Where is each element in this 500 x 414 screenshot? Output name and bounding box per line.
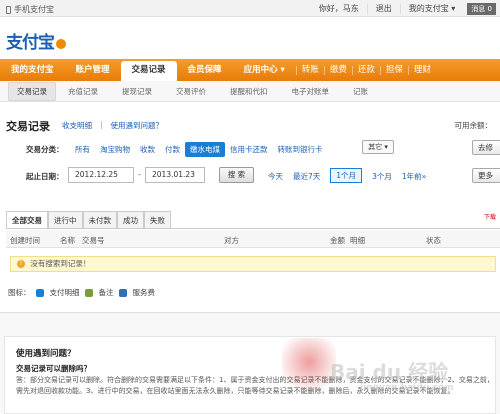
col-counterparty: 对方 — [224, 236, 239, 245]
range-1-month[interactable]: 1个月 — [330, 168, 363, 183]
service-fee-icon — [118, 288, 127, 297]
tab-failed[interactable]: 失败 — [144, 211, 171, 228]
status-tabs: 全部交易 进行中 未付款 成功 失败 — [6, 211, 171, 228]
range-7-days[interactable]: 最近7天 — [293, 171, 320, 182]
help-question[interactable]: 交易记录可以删除吗？ — [16, 363, 91, 374]
category-label: 交易分类： — [26, 145, 64, 154]
date-separator: - — [138, 170, 141, 179]
messages-badge[interactable]: 消息 0 — [467, 2, 496, 15]
date-label: 起止日期： — [26, 172, 64, 181]
range-1-year-ago[interactable]: 1年前» — [402, 171, 426, 182]
available-balance: 可用余额： — [454, 121, 493, 130]
alipay-logo[interactable]: 支付宝 — [6, 28, 66, 53]
legend-service-fee: 服务费 — [132, 288, 156, 297]
no-records-text: 没有搜索到记录！ — [30, 259, 91, 268]
nav-repayment[interactable]: 还款 — [351, 65, 380, 75]
search-button[interactable]: 搜 索 — [219, 167, 254, 183]
quick-date-range: 今天 最近7天 1个月 3个月 1年前» — [268, 168, 436, 183]
legend-label: 图标： — [8, 288, 31, 297]
category-bank-transfer[interactable]: 转账到银行卡 — [273, 142, 328, 157]
mobile-alipay-link[interactable]: 手机支付宝 — [6, 4, 54, 15]
icon-legend: 图标： 支付明细 备注 服务费 — [8, 287, 155, 298]
start-date-input[interactable]: 2012.12.25 — [68, 167, 134, 183]
baidu-watermark: Bai du 经验 jingyan.baidu.com — [330, 356, 454, 393]
download-link[interactable]: 下载 — [484, 212, 496, 221]
warning-icon: ! — [17, 260, 25, 268]
category-utilities[interactable]: 缴水电煤 — [185, 142, 225, 157]
category-filter: 所有 淘宝购物 收款 付款 缴水电煤 信用卡还款 转账到银行卡 — [70, 142, 328, 157]
link-separator: | — [100, 120, 103, 129]
range-3-months[interactable]: 3个月 — [372, 171, 392, 182]
top-bar: 手机支付宝 你好，马东 退出 我的支付宝 ▾ 消息 0 — [0, 0, 500, 17]
help-title: 使用遇到问题？ — [16, 349, 76, 359]
category-taobao[interactable]: 淘宝购物 — [95, 142, 135, 157]
nav-escrow[interactable]: 担保 — [379, 65, 408, 75]
col-status: 状态 — [426, 236, 441, 245]
logo-row: 支付宝 — [0, 17, 500, 59]
greeting-text: 你好，马东 — [318, 3, 359, 13]
nav-app-center[interactable]: 应用中心 ▾ — [233, 59, 296, 81]
tab-divider — [6, 228, 500, 229]
subnav-transaction-records[interactable]: 交易记录 — [8, 81, 56, 101]
end-date-input[interactable]: 2013.01.23 — [145, 167, 205, 183]
my-alipay-menu[interactable]: 我的支付宝 ▾ — [399, 3, 464, 14]
subnav-e-statement[interactable]: 电子对账单 — [280, 86, 342, 97]
no-records-notice: ! 没有搜索到记录！ — [10, 256, 496, 272]
nav-finance[interactable]: 理财 — [407, 65, 436, 75]
subnav-reminders[interactable]: 提醒和代扣 — [218, 86, 280, 97]
tab-in-progress[interactable]: 进行中 — [48, 211, 83, 228]
col-name: 名称 — [60, 236, 75, 245]
table-header: 创建时间 名称 交易号 对方 金额 明细 状态 — [6, 230, 500, 248]
nav-my-alipay[interactable]: 我的支付宝 — [0, 59, 65, 81]
subnav-withdraw-records[interactable]: 提现记录 — [110, 86, 164, 97]
category-pay[interactable]: 付款 — [160, 142, 185, 157]
other-category-dropdown[interactable]: 其它 ▾ — [362, 140, 394, 154]
legend-note: 备注 — [98, 288, 114, 297]
logout-link[interactable]: 退出 — [366, 3, 400, 14]
title-links: 收支明细 | 使用遇到问题？ — [62, 120, 163, 131]
nav-pay-bills[interactable]: 缴费 — [323, 65, 352, 75]
sub-nav: 交易记录 充值记录 提现记录 交易评价 提醒和代扣 电子对账单 记账 — [0, 81, 500, 102]
logo-text: 支付宝 — [6, 33, 55, 53]
col-details: 明细 — [350, 236, 365, 245]
tab-all[interactable]: 全部交易 — [6, 211, 48, 228]
watermark-main: Bai du 经验 — [330, 360, 449, 384]
col-transaction-no: 交易号 — [82, 236, 105, 245]
category-credit-card[interactable]: 信用卡还款 — [225, 142, 273, 157]
mobile-alipay-label: 手机支付宝 — [14, 5, 54, 14]
watermark-sub: jingyan.baidu.com — [360, 383, 454, 393]
page-title: 交易记录 — [6, 120, 50, 133]
category-all[interactable]: 所有 — [70, 142, 95, 157]
nav-transaction-records[interactable]: 交易记录 — [120, 61, 177, 81]
decorative-gift-graphic — [282, 338, 336, 398]
payment-detail-icon — [35, 288, 44, 297]
col-created-time: 创建时间 — [10, 236, 40, 245]
subnav-recharge-records[interactable]: 充值记录 — [56, 86, 110, 97]
category-receive[interactable]: 收款 — [135, 142, 160, 157]
tab-unpaid[interactable]: 未付款 — [82, 211, 117, 228]
help-link[interactable]: 使用遇到问题？ — [111, 120, 164, 131]
nav-account-management[interactable]: 账户管理 — [65, 59, 121, 81]
nav-transfer[interactable]: 转账 — [295, 65, 324, 75]
income-expense-link[interactable]: 收支明细 — [62, 120, 92, 131]
subnav-bookkeeping[interactable]: 记账 — [341, 86, 380, 97]
range-today[interactable]: 今天 — [268, 171, 283, 182]
right-action-button-1[interactable]: 去修 — [472, 140, 500, 155]
logo-mark-icon — [56, 38, 66, 49]
nav-member-protection[interactable]: 会员保障 — [177, 59, 233, 81]
phone-icon — [6, 5, 11, 14]
col-amount: 金额 — [330, 236, 345, 245]
main-nav: 我的支付宝 账户管理 交易记录 会员保障 应用中心 ▾ 转账 缴费 还款 担保 … — [0, 59, 500, 81]
right-action-button-2[interactable]: 更多 — [472, 168, 500, 183]
note-icon — [84, 288, 93, 297]
subnav-transaction-reviews[interactable]: 交易评价 — [164, 86, 218, 97]
tab-success[interactable]: 成功 — [117, 211, 144, 228]
legend-payment-detail: 支付明细 — [49, 288, 80, 297]
